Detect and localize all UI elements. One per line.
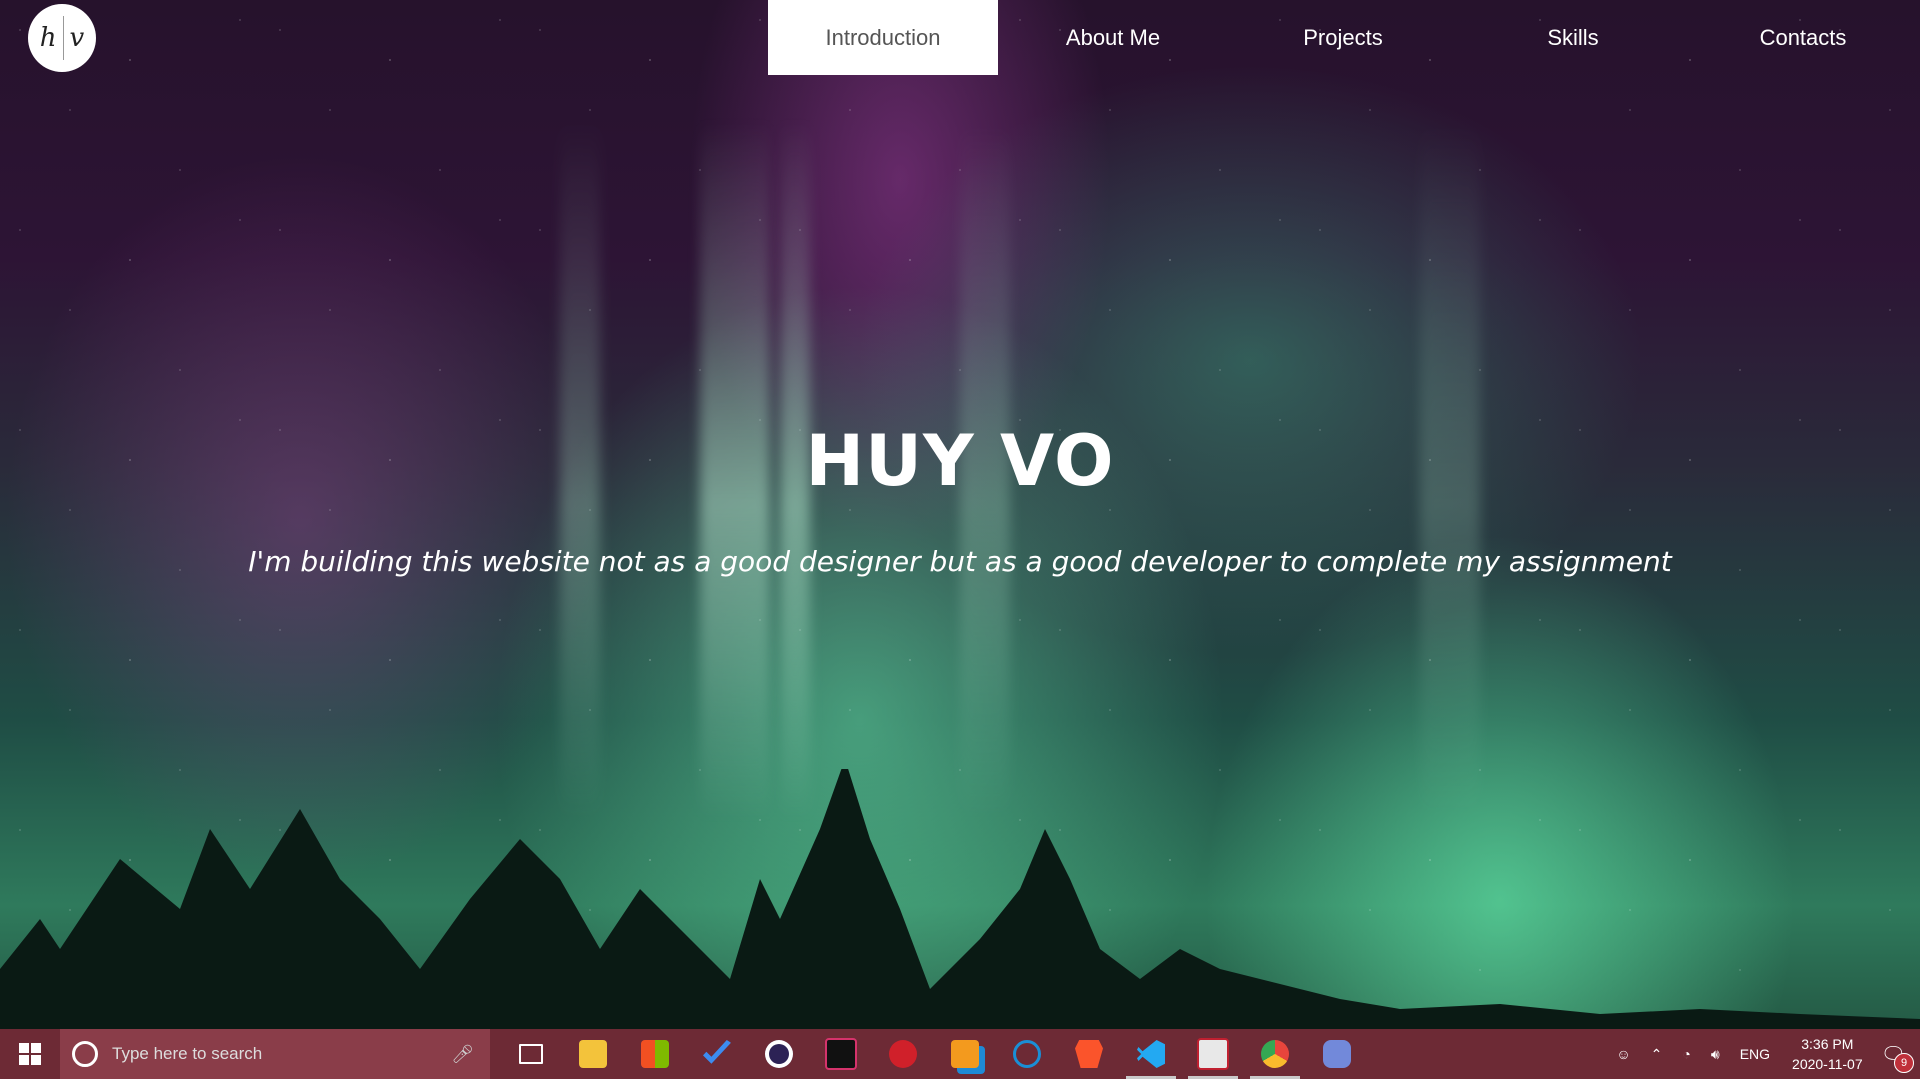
nav-contacts[interactable]: Contacts xyxy=(1688,0,1918,75)
microsoft-store-button[interactable] xyxy=(624,1029,686,1079)
chevron-up-icon[interactable]: ⌃ xyxy=(1651,1046,1663,1063)
people-icon[interactable]: ☺︎ xyxy=(1616,1046,1630,1062)
chrome-button[interactable] xyxy=(1244,1029,1306,1079)
red-app-button[interactable] xyxy=(872,1029,934,1079)
nav-about-me[interactable]: About Me xyxy=(998,0,1228,75)
system-tray: ☺︎ ⌃ ◔ 🔊︎ ENG 3:36 PM 2020-11-07 🗨︎ 9 xyxy=(1606,1029,1920,1079)
microsoft-store-icon xyxy=(641,1040,669,1068)
file-explorer-icon xyxy=(579,1040,607,1068)
language-indicator[interactable]: ENG xyxy=(1740,1046,1770,1062)
volume-icon[interactable]: 🔊︎ xyxy=(1711,1046,1720,1063)
site-logo[interactable]: h v xyxy=(28,4,96,72)
nav-projects[interactable]: Projects xyxy=(1228,0,1458,75)
hero-title: HUY VO xyxy=(805,420,1115,502)
todo-button[interactable] xyxy=(686,1029,748,1079)
intellij-button[interactable] xyxy=(810,1029,872,1079)
task-view-icon xyxy=(519,1044,543,1064)
notification-badge: 9 xyxy=(1894,1052,1914,1073)
vscode-button[interactable] xyxy=(1120,1029,1182,1079)
brave-icon xyxy=(1075,1040,1103,1068)
action-center-button[interactable]: 🗨︎ 9 xyxy=(1881,1042,1914,1073)
snipping-tool-button[interactable] xyxy=(1182,1029,1244,1079)
microphone-icon[interactable]: 🎤︎ xyxy=(451,1044,474,1065)
task-view-button[interactable] xyxy=(500,1029,562,1079)
file-explorer-button[interactable] xyxy=(562,1029,624,1079)
intellij-icon xyxy=(825,1038,857,1070)
cortana-icon xyxy=(72,1041,98,1067)
chrome-icon xyxy=(1261,1040,1289,1068)
nav-skills[interactable]: Skills xyxy=(1458,0,1688,75)
wifi-icon[interactable]: ◔ xyxy=(1682,1046,1690,1062)
orange-app-button[interactable] xyxy=(934,1029,996,1079)
windows-taskbar: Type here to search 🎤︎ ☺︎ ⌃ ◔ 🔊︎ ENG 3:3… xyxy=(0,1029,1920,1079)
search-placeholder: Type here to search xyxy=(112,1044,263,1063)
clock-date: 2020-11-07 xyxy=(1792,1056,1863,1072)
discord-button[interactable] xyxy=(1306,1029,1368,1079)
vscode-icon xyxy=(1137,1040,1165,1068)
brave-button[interactable] xyxy=(1058,1029,1120,1079)
taskbar-clock[interactable]: 3:36 PM 2020-11-07 xyxy=(1792,1034,1863,1074)
taskbar-apps xyxy=(500,1029,1368,1079)
hero-subtitle: I'm building this website not as a good … xyxy=(248,545,1672,578)
nav-introduction[interactable]: Introduction xyxy=(768,0,998,75)
logo-letter-h: h xyxy=(39,23,57,53)
main-nav: Introduction About Me Projects Skills Co… xyxy=(768,0,1918,75)
clock-time: 3:36 PM xyxy=(1801,1036,1854,1052)
windows-icon xyxy=(19,1043,41,1065)
ccleaner-button[interactable] xyxy=(996,1029,1058,1079)
taskbar-search-box[interactable]: Type here to search 🎤︎ xyxy=(60,1029,490,1079)
orange-app-icon xyxy=(951,1040,979,1068)
logo-divider xyxy=(62,16,64,60)
red-app-icon xyxy=(889,1040,917,1068)
todo-icon xyxy=(703,1040,731,1064)
tree-silhouette xyxy=(0,769,1920,1029)
eclipse-icon xyxy=(765,1040,793,1068)
eclipse-button[interactable] xyxy=(748,1029,810,1079)
start-button[interactable] xyxy=(0,1029,60,1079)
discord-icon xyxy=(1323,1040,1351,1068)
ccleaner-icon xyxy=(1013,1040,1041,1068)
logo-letter-v: v xyxy=(69,23,85,53)
snipping-icon xyxy=(1197,1038,1229,1070)
hero-background xyxy=(0,0,1920,1029)
